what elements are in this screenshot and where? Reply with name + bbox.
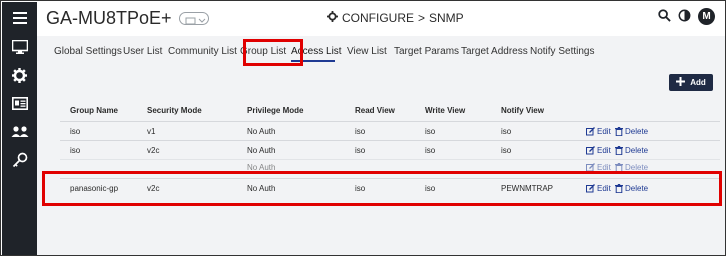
edit-button[interactable]: Edit bbox=[586, 127, 611, 136]
gear-icon[interactable] bbox=[2, 63, 37, 87]
cell-privilege: No Auth bbox=[247, 163, 276, 171]
avatar[interactable]: M bbox=[698, 8, 715, 25]
cell-notify: iso bbox=[501, 127, 512, 136]
tab-target-address[interactable]: Target Address bbox=[461, 46, 528, 57]
edit-button[interactable]: Edit bbox=[586, 163, 611, 171]
plus-icon bbox=[676, 77, 686, 88]
breadcrumb: CONFIGURE > SNMP bbox=[327, 11, 464, 25]
column-header: Privilege Mode bbox=[247, 106, 304, 115]
monitor-icon[interactable] bbox=[2, 35, 37, 59]
search-icon[interactable] bbox=[658, 9, 671, 22]
theme-toggle-icon[interactable] bbox=[678, 9, 691, 22]
cell-privilege: No Auth bbox=[247, 146, 276, 155]
avatar-letter: M bbox=[698, 8, 715, 25]
users-icon[interactable] bbox=[2, 119, 37, 143]
trash-icon bbox=[615, 163, 623, 171]
cell-read: iso bbox=[355, 127, 366, 136]
column-header: Write View bbox=[425, 106, 466, 115]
breadcrumb-separator: > bbox=[418, 11, 426, 25]
cell-write: iso bbox=[425, 127, 436, 136]
main-content: GA-MU8TPoE+ CONFIGURE > SNMP M Global Se… bbox=[37, 2, 725, 255]
breadcrumb-section: CONFIGURE bbox=[342, 11, 414, 25]
column-header: Security Mode bbox=[147, 106, 202, 115]
edit-label: Edit bbox=[597, 146, 611, 155]
edit-icon bbox=[586, 146, 595, 155]
edit-button[interactable]: Edit bbox=[586, 146, 611, 155]
key-icon[interactable] bbox=[2, 148, 37, 172]
menu-icon[interactable] bbox=[2, 6, 37, 30]
tab-view-list[interactable]: View List bbox=[347, 46, 387, 57]
device-chip[interactable] bbox=[179, 12, 209, 25]
trash-icon bbox=[615, 127, 623, 136]
cell-security: v2c bbox=[147, 146, 160, 155]
cell-read: iso bbox=[355, 146, 366, 155]
tab-target-params[interactable]: Target Params bbox=[394, 46, 459, 57]
delete-label: Delete bbox=[625, 163, 649, 171]
edit-icon bbox=[586, 127, 595, 136]
table-row: iso v1 No Auth iso iso iso Edit Delete bbox=[60, 121, 720, 140]
tab-user-list[interactable]: User List bbox=[123, 46, 162, 57]
delete-label: Delete bbox=[625, 127, 649, 136]
delete-label: Delete bbox=[625, 146, 649, 155]
edit-label: Edit bbox=[597, 163, 611, 171]
trash-icon bbox=[615, 146, 623, 155]
highlight-box-tab bbox=[243, 39, 303, 66]
column-header: Notify View bbox=[501, 106, 544, 115]
delete-button[interactable]: Delete bbox=[615, 163, 648, 171]
table-row: iso v2c No Auth iso iso iso Edit Delete bbox=[60, 140, 720, 159]
edit-icon bbox=[586, 163, 595, 171]
add-button-label: Add bbox=[690, 78, 706, 87]
edit-label: Edit bbox=[597, 127, 611, 136]
breadcrumb-page: SNMP bbox=[429, 11, 464, 25]
gear-icon bbox=[327, 11, 338, 25]
cell-notify: iso bbox=[501, 146, 512, 155]
add-button[interactable]: Add bbox=[669, 74, 713, 91]
cell-group: iso bbox=[70, 127, 81, 136]
tab-global-settings[interactable]: Global Settings bbox=[54, 46, 122, 57]
column-header: Read View bbox=[355, 106, 395, 115]
column-header: Group Name bbox=[70, 106, 119, 115]
top-bar: GA-MU8TPoE+ CONFIGURE > SNMP M bbox=[37, 2, 725, 36]
cell-group: iso bbox=[70, 146, 81, 155]
delete-button[interactable]: Delete bbox=[615, 127, 648, 136]
tab-notify-settings[interactable]: Notify Settings bbox=[530, 46, 594, 57]
tab-community-list[interactable]: Community List bbox=[168, 46, 237, 57]
cell-privilege: No Auth bbox=[247, 127, 276, 136]
cell-write: iso bbox=[425, 146, 436, 155]
cell-security: v1 bbox=[147, 127, 156, 136]
id-card-icon[interactable] bbox=[2, 91, 37, 115]
app-window: GA-MU8TPoE+ CONFIGURE > SNMP M Global Se… bbox=[0, 0, 726, 256]
table-row: No Auth Edit Delete bbox=[60, 159, 720, 171]
device-name: GA-MU8TPoE+ bbox=[46, 8, 172, 28]
delete-button[interactable]: Delete bbox=[615, 146, 648, 155]
sidebar bbox=[2, 2, 37, 255]
highlight-box-row bbox=[42, 171, 722, 206]
tab-bar: Global Settings User List Community List… bbox=[37, 40, 725, 66]
